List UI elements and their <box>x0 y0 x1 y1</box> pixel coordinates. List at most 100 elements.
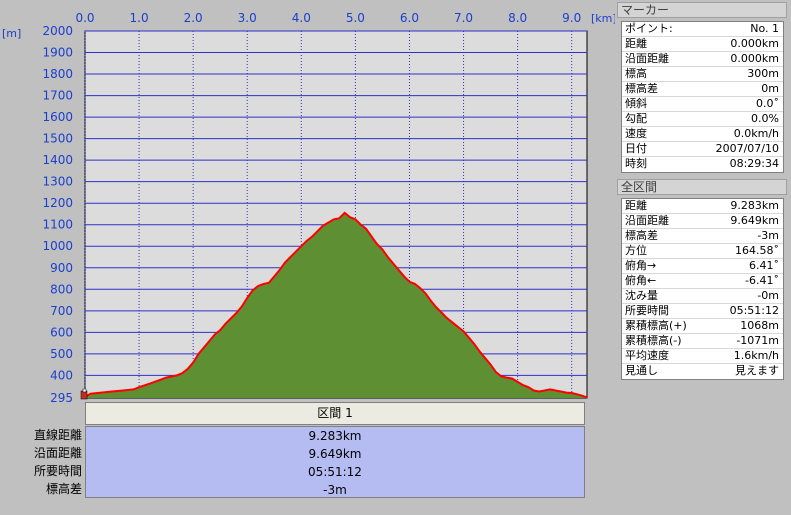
section-1-values: 9.283km 9.649km 05:51:12 -3m <box>85 426 585 498</box>
y-tick-label: 1600 <box>42 110 73 124</box>
info-row: 沿面距離 0.000km <box>622 52 783 67</box>
info-row: 日付 2007/07/10 <box>622 142 783 157</box>
section-value: -3m <box>323 483 347 497</box>
y-tick-label: 2000 <box>42 24 73 38</box>
info-value: 0.0˚ <box>756 97 779 110</box>
info-row: 速度 0.0km/h <box>622 127 783 142</box>
y-tick-label: 1400 <box>42 153 73 167</box>
info-label: 累積標高(+) <box>625 319 687 332</box>
info-label: 方位 <box>625 244 647 257</box>
info-row: 傾斜 0.0˚ <box>622 97 783 112</box>
info-value: 164.58˚ <box>735 244 779 257</box>
info-row: 距離 9.283km <box>622 199 783 214</box>
x-tick-label: 2.0 <box>184 11 203 25</box>
x-tick-label: 5.0 <box>346 11 365 25</box>
start-marker-icon[interactable] <box>80 388 88 400</box>
info-value: 1.6km/h <box>733 349 779 362</box>
section-label: 標高差 <box>45 482 82 496</box>
y-tick-label: 700 <box>50 304 73 318</box>
info-value: 0.000km <box>730 37 779 50</box>
info-value: 9.649km <box>730 214 779 227</box>
info-value: 2007/07/10 <box>715 142 779 155</box>
info-value: 見えます <box>735 364 779 377</box>
info-value: 0.000km <box>730 52 779 65</box>
marker-info-table: ポイント: No. 1 距離 0.000km 沿面距離 0.000km 標高 300m 標高差 0… <box>621 21 784 173</box>
x-tick-label: 7.0 <box>454 11 473 25</box>
info-row: ポイント: No. 1 <box>622 22 783 37</box>
info-row: 累積標高(-) -1071m <box>622 334 783 349</box>
section-label: 沿面距離 <box>33 446 82 460</box>
x-tick-label: 0.0 <box>75 11 94 25</box>
info-row: 所要時間 05:51:12 <box>622 304 783 319</box>
y-tick-label: 295 <box>50 391 73 402</box>
x-axis-unit-label: [km] <box>591 12 615 25</box>
x-tick-label: 1.0 <box>130 11 149 25</box>
y-axis-ticks: 295 400 500 600 700 800 900 1000 1100 1200 1300 140… <box>42 24 73 402</box>
info-row: 沈み量 -0m <box>622 289 783 304</box>
y-tick-label: 1900 <box>42 46 73 60</box>
info-label: 傾斜 <box>625 97 647 110</box>
info-value: 6.41˚ <box>749 259 779 272</box>
info-row: 勾配 0.0% <box>622 112 783 127</box>
y-tick-label: 800 <box>50 282 73 296</box>
info-label: 俯角← <box>625 274 657 287</box>
total-info-table: 距離 9.283km 沿面距離 9.649km 標高差 -3m 方位 164.58˚ 俯角→ 6.… <box>621 198 784 380</box>
info-row: 沿面距離 9.649km <box>622 214 783 229</box>
info-label: 勾配 <box>625 112 647 125</box>
info-value: 0.0km/h <box>733 127 779 140</box>
x-tick-label: 9.0 <box>562 11 581 25</box>
section-value: 05:51:12 <box>308 465 362 479</box>
info-value: 9.283km <box>730 199 779 212</box>
section-label: 直線距離 <box>33 428 82 442</box>
info-value: -0m <box>757 289 779 302</box>
x-tick-label: 8.0 <box>508 11 527 25</box>
y-tick-label: 400 <box>50 368 73 382</box>
info-value: 0.0% <box>751 112 779 125</box>
info-label: ポイント: <box>625 22 673 35</box>
info-value: -3m <box>757 229 779 242</box>
info-label: 俯角→ <box>625 259 657 272</box>
info-label: 所要時間 <box>625 304 669 317</box>
y-tick-label: 600 <box>50 325 73 339</box>
info-label: 標高 <box>625 67 647 80</box>
y-tick-label: 1100 <box>42 218 73 232</box>
info-row: 時刻 08:29:34 <box>622 157 783 172</box>
info-value: 05:51:12 <box>729 304 779 317</box>
y-tick-label: 500 <box>50 347 73 361</box>
info-row: 方位 164.58˚ <box>622 244 783 259</box>
info-row: 俯角← -6.41˚ <box>622 274 783 289</box>
section-value: 9.283km <box>308 429 362 443</box>
info-label: 見通し <box>625 364 658 377</box>
info-row: 見通し 見えます <box>622 364 783 379</box>
info-value: 0m <box>761 82 779 95</box>
info-label: 平均速度 <box>625 349 669 362</box>
info-row: 標高 300m <box>622 67 783 82</box>
y-tick-label: 1300 <box>42 175 73 189</box>
y-tick-label: 1800 <box>42 67 73 81</box>
section-value: 9.649km <box>308 447 362 461</box>
info-value: -6.41˚ <box>745 274 779 287</box>
y-tick-label: 1500 <box>42 132 73 146</box>
info-label: 速度 <box>625 127 647 140</box>
info-label: 標高差 <box>625 82 658 95</box>
section-label: 所要時間 <box>33 464 82 478</box>
total-panel-title: 全区間 <box>617 179 787 195</box>
x-axis-ticks: 0.0 1.0 2.0 3.0 4.0 5.0 6.0 7.0 8.0 9.0 <box>75 11 581 25</box>
marker-panel-title: マーカー <box>617 2 787 18</box>
y-tick-label: 900 <box>50 261 73 275</box>
elevation-profile-chart[interactable]: 0.0 1.0 2.0 3.0 4.0 5.0 6.0 7.0 8.0 9.0 295 400 500… <box>0 0 615 402</box>
info-row: 累積標高(+) 1068m <box>622 319 783 334</box>
info-label: 累積標高(-) <box>625 334 682 347</box>
info-row: 平均速度 1.6km/h <box>622 349 783 364</box>
x-tick-label: 6.0 <box>400 11 419 25</box>
info-value: No. 1 <box>750 22 779 35</box>
info-value: 08:29:34 <box>729 157 779 170</box>
info-label: 標高差 <box>625 229 658 242</box>
y-axis-unit-label: [m] <box>2 27 21 40</box>
info-value: -1071m <box>736 334 779 347</box>
y-tick-label: 1700 <box>42 89 73 103</box>
info-row: 標高差 0m <box>622 82 783 97</box>
info-label: 日付 <box>625 142 647 155</box>
info-value: 1068m <box>740 319 779 332</box>
section-1-header[interactable]: 区間 1 <box>85 402 585 425</box>
